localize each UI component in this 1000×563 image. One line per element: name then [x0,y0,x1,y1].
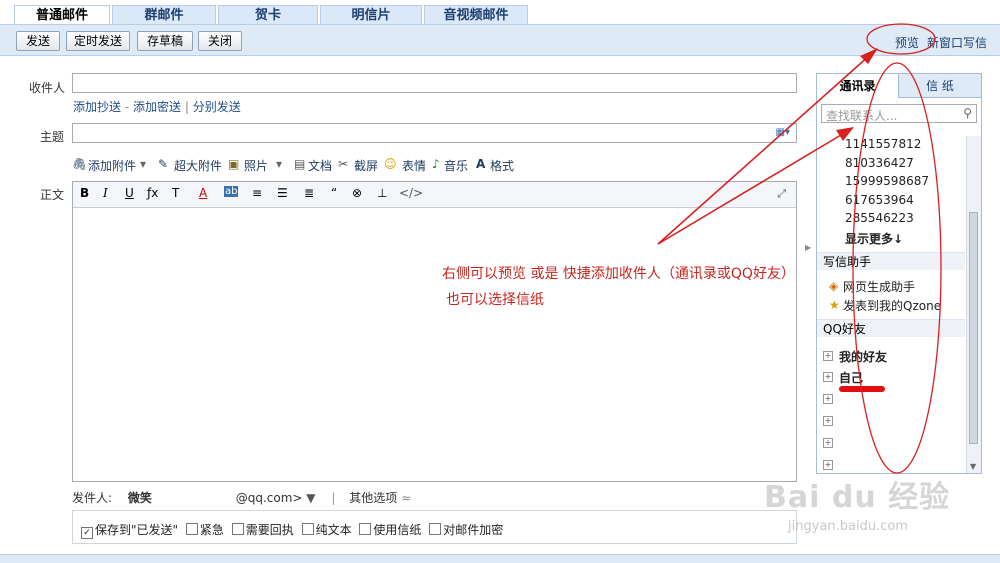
preview-highlight-ellipse [866,23,936,55]
stationery-option[interactable]: 使用信纸 [359,523,421,537]
chevron-up-icon[interactable]: ≈ [401,491,411,505]
sender-email[interactable]: @qq.com> [236,491,303,505]
chevron-down-icon[interactable]: ▼ [306,491,315,505]
checkbox-icon[interactable] [185,523,198,535]
sender-name: 微笑 [127,491,152,505]
sidebar-highlight-ellipse [852,62,942,474]
annotation-arrow-right [657,131,847,245]
encrypt-option[interactable]: 对邮件加密 [429,523,503,537]
checkbox-icon[interactable] [429,523,442,535]
checkbox-icon[interactable] [359,523,372,535]
plain-text-option[interactable]: 纯文本 [301,523,352,537]
send-options: ✓ 保存到"已发送" 紧急 需要回执 纯文本 使用信纸 对邮件加密 [81,521,503,539]
other-options-link[interactable]: 其他选项 [349,491,397,505]
save-sent-option[interactable]: ✓ 保存到"已发送" [81,523,178,539]
annotation-arrow-up [657,54,871,245]
annotation-text-line2: 也可以选择信纸 [446,292,544,308]
checkbox-icon[interactable] [301,523,314,535]
sender-label: 发件人: [72,491,113,505]
watermark-url: jingyan.baidu.com [788,519,908,534]
urgent-option[interactable]: 紧急 [185,523,224,537]
sender-row: 发件人: 微笑 @qq.com> ▼ | 其他选项 ≈ [72,491,412,505]
checkbox-checked-icon[interactable]: ✓ [81,527,93,539]
arrow-head [836,127,854,141]
watermark-logo: Bai du 经验 [764,480,951,515]
checkbox-icon[interactable] [231,523,244,535]
annotation-text-line1: 右侧可以预览 或是 快捷添加收件人（通讯录或QQ好友） [442,266,795,282]
receipt-option[interactable]: 需要回执 [231,523,294,537]
